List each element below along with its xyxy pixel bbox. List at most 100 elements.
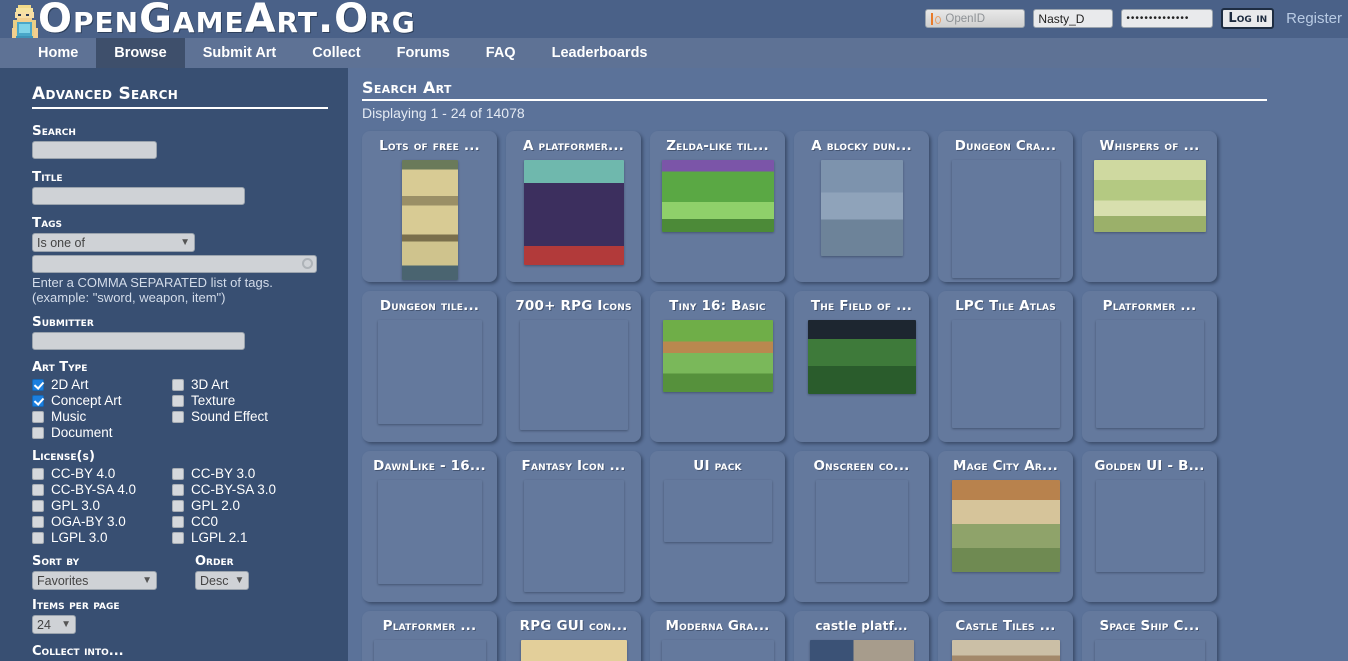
art-card-title[interactable]: Castle Tiles ... xyxy=(944,618,1067,634)
checkbox-sound-effect[interactable] xyxy=(172,410,184,423)
art-card[interactable]: A platformer... xyxy=(506,131,641,282)
art-card-title[interactable]: Platformer ... xyxy=(368,618,491,634)
art-card[interactable]: Zelda-like til... xyxy=(650,131,785,282)
nav-item-browse[interactable]: Browse xyxy=(96,38,185,68)
search-input[interactable] xyxy=(32,141,157,159)
art-card-title[interactable]: Mage City Ar... xyxy=(944,458,1067,474)
art-card-title[interactable]: Moderna Gra... xyxy=(656,618,779,634)
checkbox-texture[interactable] xyxy=(172,394,184,407)
nav-item-collect[interactable]: Collect xyxy=(294,38,378,68)
art-card-title[interactable]: Whispers of ... xyxy=(1088,138,1211,154)
checkbox-gpl-2-0[interactable] xyxy=(172,499,184,512)
checkbox-row[interactable]: CC-BY-SA 4.0 xyxy=(32,482,172,497)
art-thumbnail[interactable] xyxy=(1096,480,1204,572)
tags-mode-select[interactable]: Is one of ▼ xyxy=(32,233,195,252)
tags-input[interactable] xyxy=(32,255,317,273)
art-card[interactable]: DawnLike - 16... xyxy=(362,451,497,602)
art-card[interactable]: Castle Tiles ... xyxy=(938,611,1073,661)
checkbox-row[interactable]: Concept Art xyxy=(32,393,172,408)
nav-item-submit-art[interactable]: Submit Art xyxy=(185,38,295,68)
art-card[interactable]: Moderna Gra... xyxy=(650,611,785,661)
nav-item-faq[interactable]: FAQ xyxy=(468,38,534,68)
art-thumbnail[interactable] xyxy=(524,480,624,592)
checkbox-document[interactable] xyxy=(32,426,44,439)
art-thumbnail[interactable] xyxy=(809,640,914,661)
art-card-title[interactable]: Zelda-like til... xyxy=(656,138,779,154)
nav-item-leaderboards[interactable]: Leaderboards xyxy=(534,38,666,68)
openid-input[interactable]: OpenID xyxy=(925,9,1026,28)
checkbox-row[interactable]: CC-BY 4.0 xyxy=(32,466,172,481)
checkbox-lgpl-3-0[interactable] xyxy=(32,531,44,544)
checkbox-cc-by-sa-4-0[interactable] xyxy=(32,483,44,496)
art-card-title[interactable]: Dungeon tile... xyxy=(368,298,491,314)
checkbox-gpl-3-0[interactable] xyxy=(32,499,44,512)
checkbox-row[interactable]: Texture xyxy=(172,393,328,408)
art-card-title[interactable]: Tiny 16: Basic xyxy=(656,298,779,314)
art-card[interactable]: Dungeon tile... xyxy=(362,291,497,442)
checkbox-row[interactable]: 3D Art xyxy=(172,377,328,392)
checkbox-concept-art[interactable] xyxy=(32,394,44,407)
art-thumbnail[interactable] xyxy=(952,160,1060,278)
art-card[interactable]: Mage City Ar... xyxy=(938,451,1073,602)
art-card-title[interactable]: Platformer ... xyxy=(1088,298,1211,314)
site-logo[interactable]: OpenGameArt.Org xyxy=(8,0,448,59)
art-card-title[interactable]: A platformer... xyxy=(512,138,635,154)
checkbox-row[interactable]: Sound Effect xyxy=(172,409,328,424)
art-card-title[interactable]: Golden UI - B... xyxy=(1088,458,1211,474)
art-thumbnail[interactable] xyxy=(520,320,628,430)
checkbox-cc-by-4-0[interactable] xyxy=(32,467,44,480)
art-card[interactable]: Golden UI - B... xyxy=(1082,451,1217,602)
password-input[interactable] xyxy=(1121,9,1214,28)
nav-item-forums[interactable]: Forums xyxy=(379,38,468,68)
art-card[interactable]: LPC Tile Atlas xyxy=(938,291,1073,442)
art-thumbnail[interactable] xyxy=(1093,160,1206,232)
art-card[interactable]: UI pack xyxy=(650,451,785,602)
register-link[interactable]: Register xyxy=(1286,10,1342,27)
checkbox-row[interactable]: Music xyxy=(32,409,172,424)
art-card-title[interactable]: castle platf... xyxy=(800,618,923,634)
checkbox-music[interactable] xyxy=(32,410,44,423)
art-card[interactable]: RPG GUI con... xyxy=(506,611,641,661)
art-thumbnail[interactable] xyxy=(662,320,773,392)
checkbox-2d-art[interactable] xyxy=(32,378,44,391)
art-card[interactable]: Tiny 16: Basic xyxy=(650,291,785,442)
checkbox-row[interactable]: LGPL 2.1 xyxy=(172,530,328,545)
art-card-title[interactable]: LPC Tile Atlas xyxy=(944,298,1067,314)
checkbox-row[interactable]: 2D Art xyxy=(32,377,172,392)
art-card-title[interactable]: Lots of free ... xyxy=(368,138,491,154)
checkbox-cc0[interactable] xyxy=(172,515,184,528)
submitter-input[interactable] xyxy=(32,332,245,350)
art-card-title[interactable]: Space Ship C... xyxy=(1088,618,1211,634)
art-card-title[interactable]: RPG GUI con... xyxy=(512,618,635,634)
checkbox-row[interactable]: GPL 2.0 xyxy=(172,498,328,513)
art-card-title[interactable]: A blocky dun... xyxy=(800,138,923,154)
art-card[interactable]: Platformer ... xyxy=(1082,291,1217,442)
art-thumbnail[interactable] xyxy=(378,320,482,424)
art-card-title[interactable]: DawnLike - 16... xyxy=(368,458,491,474)
art-thumbnail[interactable] xyxy=(1096,320,1204,428)
art-thumbnail[interactable] xyxy=(1095,640,1205,661)
art-card[interactable]: 700+ RPG Icons xyxy=(506,291,641,442)
checkbox-row[interactable]: Document xyxy=(32,425,172,440)
art-thumbnail[interactable] xyxy=(664,480,772,542)
art-thumbnail[interactable] xyxy=(951,480,1060,572)
username-input[interactable] xyxy=(1033,9,1114,28)
art-thumbnail[interactable] xyxy=(520,640,627,661)
checkbox-row[interactable]: GPL 3.0 xyxy=(32,498,172,513)
login-button[interactable]: Log in xyxy=(1221,8,1275,29)
art-thumbnail[interactable] xyxy=(807,320,916,394)
art-card[interactable]: Fantasy Icon ... xyxy=(506,451,641,602)
checkbox-lgpl-2-1[interactable] xyxy=(172,531,184,544)
art-thumbnail[interactable] xyxy=(951,640,1060,661)
sort-by-select[interactable]: Favorites ▼ xyxy=(32,571,157,590)
art-card-title[interactable]: Fantasy Icon ... xyxy=(512,458,635,474)
art-thumbnail[interactable] xyxy=(378,480,482,584)
art-card[interactable]: A blocky dun... xyxy=(794,131,929,282)
art-thumbnail[interactable] xyxy=(374,640,486,661)
art-thumbnail[interactable] xyxy=(523,160,624,265)
art-card[interactable]: Lots of free ... xyxy=(362,131,497,282)
art-card-title[interactable]: Onscreen co... xyxy=(800,458,923,474)
checkbox-cc-by-3-0[interactable] xyxy=(172,467,184,480)
checkbox-3d-art[interactable] xyxy=(172,378,184,391)
art-card-title[interactable]: The Field of ... xyxy=(800,298,923,314)
